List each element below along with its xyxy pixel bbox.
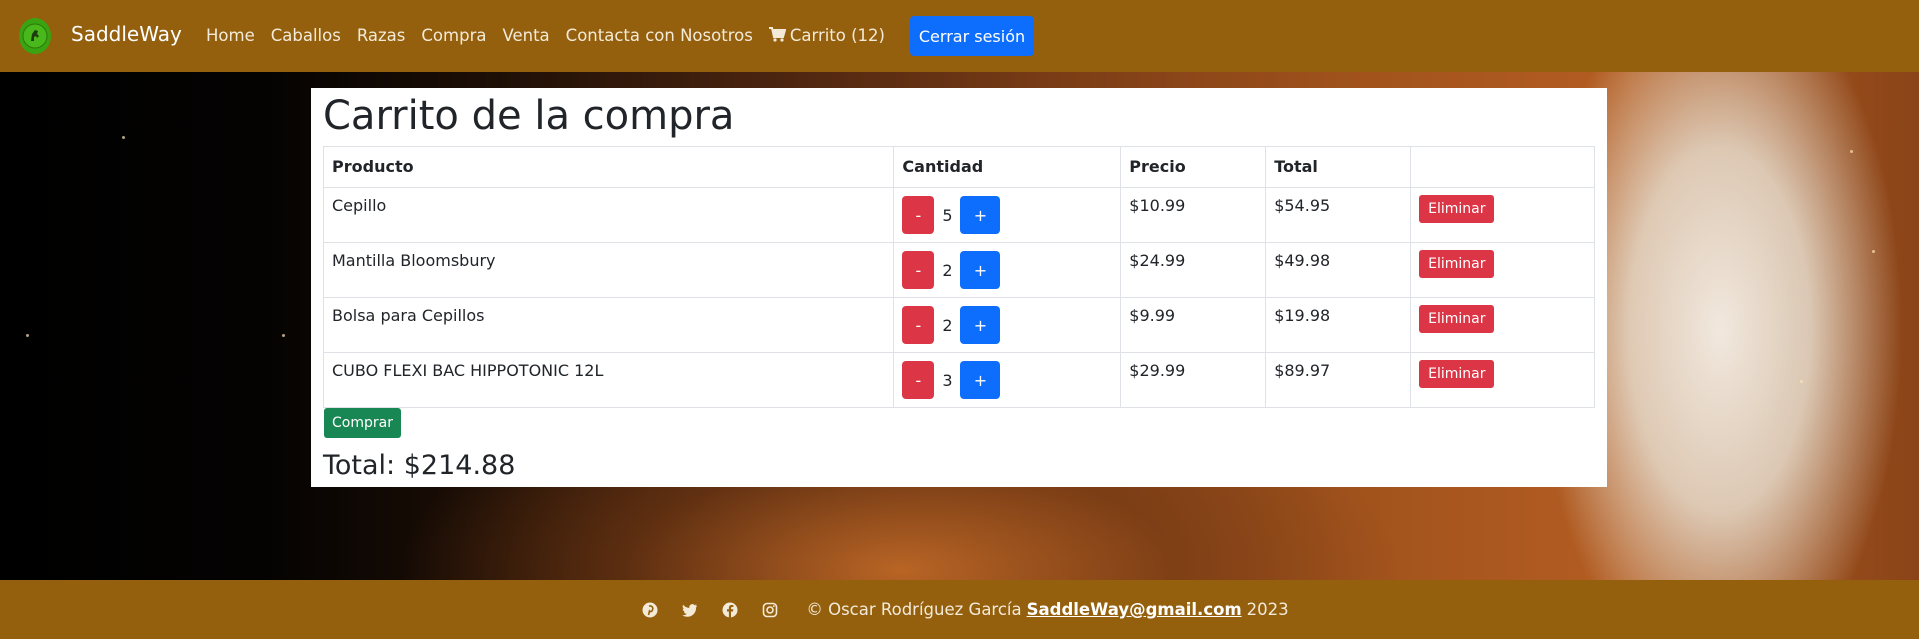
table-header-row: Producto Cantidad Precio Total: [322, 146, 1595, 188]
column-header-product: Producto: [322, 146, 895, 188]
quantity-value: 5: [942, 205, 953, 225]
navbar: SaddleWay Home Caballos Razas Compra Ven…: [0, 0, 1919, 72]
social-links: [630, 602, 790, 618]
nav-cart[interactable]: Carrito (12): [768, 26, 885, 45]
column-header-quantity: Cantidad: [893, 146, 1122, 188]
unit-price: $10.99: [1120, 187, 1267, 243]
column-header-price: Precio: [1120, 146, 1267, 188]
column-header-total: Total: [1265, 146, 1412, 188]
quantity-value: 3: [942, 370, 953, 390]
copyright-text: © Oscar Rodríguez García: [806, 600, 1022, 619]
grand-total: Total: $214.88: [323, 450, 516, 481]
line-total: $89.97: [1265, 352, 1412, 408]
delete-item-button[interactable]: Eliminar: [1419, 305, 1495, 333]
horse-logo-icon: [22, 23, 48, 49]
quantity-cell: - 5 +: [893, 187, 1122, 243]
cart-table: Producto Cantidad Precio Total Cepillo -…: [322, 146, 1595, 408]
decrease-quantity-button[interactable]: -: [902, 251, 935, 289]
footer: © Oscar Rodríguez García SaddleWay@gmail…: [0, 580, 1919, 639]
increase-quantity-button[interactable]: +: [960, 251, 1001, 289]
line-total: $54.95: [1265, 187, 1412, 243]
unit-price: $9.99: [1120, 297, 1267, 353]
facebook-icon[interactable]: [722, 602, 738, 618]
product-name: Cepillo: [322, 187, 895, 243]
nav-contacto[interactable]: Contacta con Nosotros: [566, 26, 753, 45]
decrease-quantity-button[interactable]: -: [902, 361, 935, 399]
unit-price: $24.99: [1120, 242, 1267, 298]
product-name: Bolsa para Cepillos: [322, 297, 895, 353]
actions-cell: Eliminar: [1410, 352, 1595, 408]
actions-cell: Eliminar: [1410, 297, 1595, 353]
copyright-year: 2023: [1246, 600, 1289, 619]
pinterest-icon[interactable]: [642, 602, 658, 618]
instagram-icon[interactable]: [762, 602, 778, 618]
nav-compra[interactable]: Compra: [421, 26, 486, 45]
delete-item-button[interactable]: Eliminar: [1419, 195, 1495, 223]
column-header-actions: [1410, 146, 1595, 188]
cart-label: Carrito (12): [789, 26, 885, 45]
table-row: Bolsa para Cepillos - 2 + $9.99 $19.98 E…: [322, 297, 1595, 353]
decrease-quantity-button[interactable]: -: [902, 196, 935, 234]
nav-caballos[interactable]: Caballos: [271, 26, 341, 45]
increase-quantity-button[interactable]: +: [960, 361, 1001, 399]
increase-quantity-button[interactable]: +: [960, 306, 1001, 344]
increase-quantity-button[interactable]: +: [960, 196, 1001, 234]
quantity-value: 2: [942, 315, 953, 335]
quantity-value: 2: [942, 260, 953, 280]
unit-price: $29.99: [1120, 352, 1267, 408]
delete-item-button[interactable]: Eliminar: [1419, 360, 1495, 388]
delete-item-button[interactable]: Eliminar: [1419, 250, 1495, 278]
actions-cell: Eliminar: [1410, 242, 1595, 298]
line-total: $19.98: [1265, 297, 1412, 353]
cart-panel: Carrito de la compra Producto Cantidad P…: [311, 88, 1607, 487]
product-name: CUBO FLEXI BAC HIPPOTONIC 12L: [322, 352, 895, 408]
decrease-quantity-button[interactable]: -: [902, 306, 935, 344]
page-title: Carrito de la compra: [323, 93, 735, 139]
table-row: Cepillo - 5 + $10.99 $54.95 Eliminar: [322, 187, 1595, 243]
nav-razas[interactable]: Razas: [357, 26, 406, 45]
table-row: Mantilla Bloomsbury - 2 + $24.99 $49.98 …: [322, 242, 1595, 298]
cart-icon: [768, 27, 786, 42]
brand-name[interactable]: SaddleWay: [71, 22, 182, 46]
twitter-icon[interactable]: [682, 602, 698, 618]
table-row: CUBO FLEXI BAC HIPPOTONIC 12L - 3 + $29.…: [322, 352, 1595, 408]
nav-home[interactable]: Home: [206, 26, 255, 45]
nav-venta[interactable]: Venta: [502, 26, 549, 45]
actions-cell: Eliminar: [1410, 187, 1595, 243]
nav-links: Home Caballos Razas Compra Venta Contact…: [206, 26, 901, 45]
product-name: Mantilla Bloomsbury: [322, 242, 895, 298]
logout-button[interactable]: Cerrar sesión: [910, 16, 1034, 56]
email-link[interactable]: SaddleWay@gmail.com: [1027, 600, 1242, 619]
quantity-cell: - 2 +: [893, 297, 1122, 353]
quantity-cell: - 3 +: [893, 352, 1122, 408]
brand-logo[interactable]: [19, 18, 51, 54]
quantity-cell: - 2 +: [893, 242, 1122, 298]
line-total: $49.98: [1265, 242, 1412, 298]
buy-button[interactable]: Comprar: [324, 408, 401, 438]
